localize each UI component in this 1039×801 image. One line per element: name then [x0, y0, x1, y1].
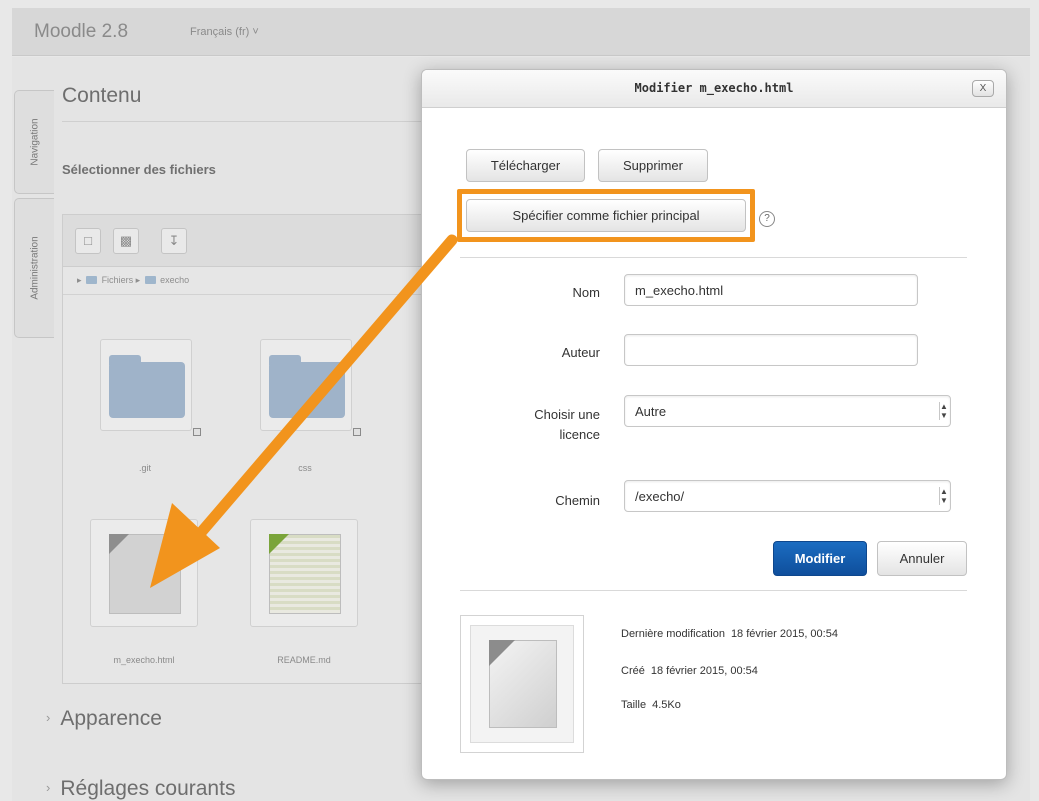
arrow-shaft: [192, 234, 458, 542]
annotation-arrow: [150, 234, 458, 588]
